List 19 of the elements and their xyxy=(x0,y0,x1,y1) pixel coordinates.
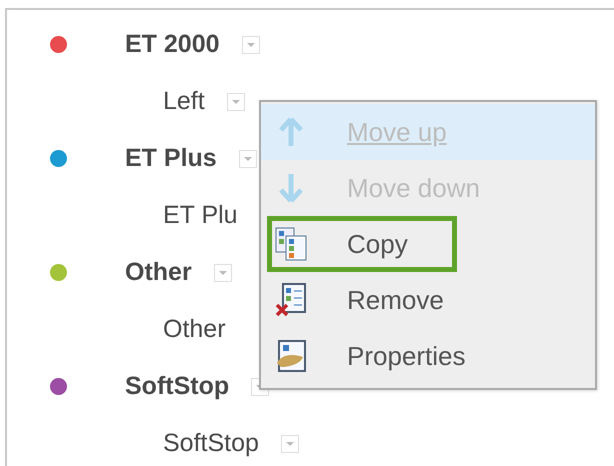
group-label: Other xyxy=(125,258,192,287)
dropdown-button[interactable] xyxy=(242,36,260,54)
group-label: ET Plus xyxy=(125,144,217,173)
copy-icon xyxy=(275,227,307,261)
symbol-label: SoftStop xyxy=(163,429,259,458)
dropdown-button[interactable] xyxy=(226,92,245,110)
symbol-label: ET Plu xyxy=(163,201,238,230)
dropdown-button[interactable] xyxy=(280,434,299,452)
menu-item[interactable]: Remove xyxy=(261,272,595,328)
symbol-label: Left xyxy=(163,87,205,116)
dropdown-button[interactable] xyxy=(238,150,257,168)
group-label: ET 2000 xyxy=(125,30,220,59)
group-label: SoftStop xyxy=(125,372,230,401)
properties-icon xyxy=(275,339,307,373)
dropdown-button[interactable] xyxy=(214,264,232,282)
menu-item[interactable]: Properties xyxy=(261,328,595,384)
remove-list-icon xyxy=(275,283,307,317)
symbol-label: Other xyxy=(163,315,226,344)
menu-item[interactable]: Copy xyxy=(267,216,457,272)
